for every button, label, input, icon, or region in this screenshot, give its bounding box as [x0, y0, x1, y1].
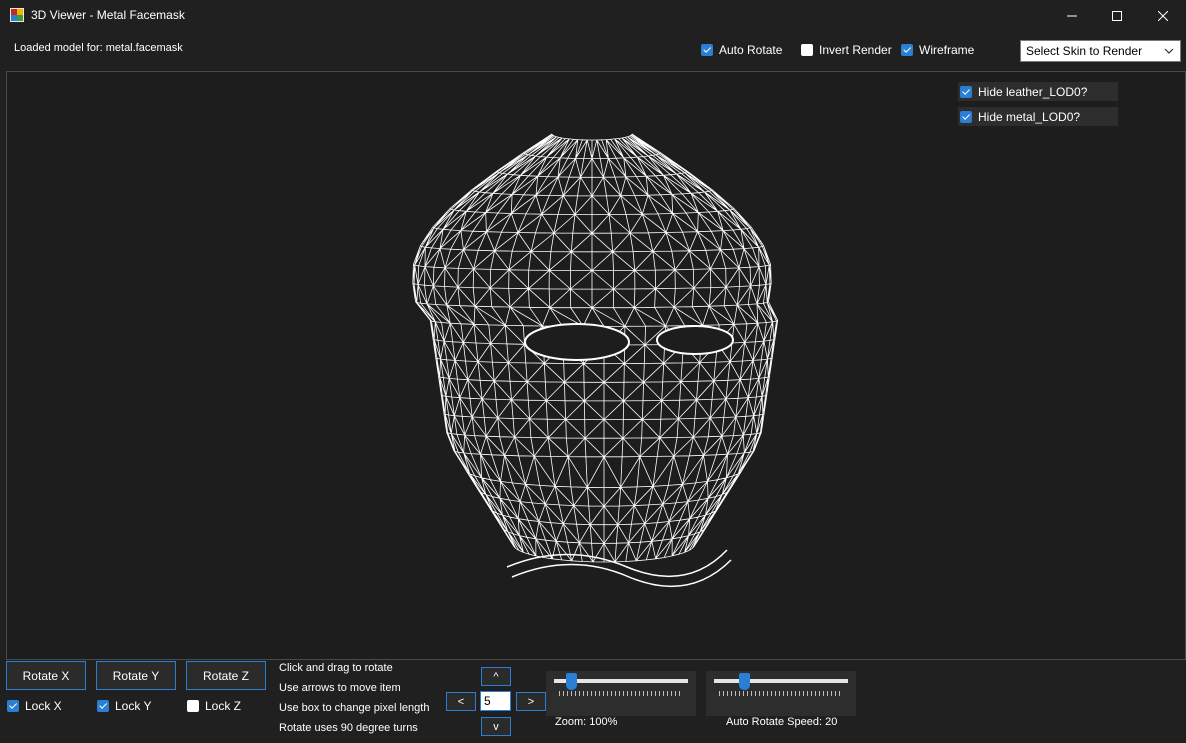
- wireframe-checkbox[interactable]: Wireframe: [901, 43, 974, 57]
- rotate-z-button[interactable]: Rotate Z: [186, 661, 266, 690]
- wireframe-model[interactable]: [7, 72, 1185, 659]
- rotate-y-button[interactable]: Rotate Y: [96, 661, 176, 690]
- lock-z-checkbox[interactable]: Lock Z: [187, 699, 241, 713]
- status-text: Loaded model for: metal.facemask: [14, 42, 183, 54]
- auto-rotate-checkbox[interactable]: Auto Rotate: [701, 43, 782, 57]
- skin-select[interactable]: Select Skin to Render: [1020, 40, 1181, 62]
- maximize-icon: [1112, 11, 1122, 21]
- lock-x-label: Lock X: [25, 699, 62, 713]
- zoom-slider[interactable]: [546, 671, 696, 716]
- hide-metal-checkbox[interactable]: Hide metal_LOD0?: [958, 107, 1118, 126]
- hint-text: Use arrows to move item: [279, 682, 401, 694]
- move-left-button[interactable]: <: [446, 692, 476, 711]
- zoom-slider-ticks: [559, 691, 683, 696]
- rotate-speed-slider-track: [714, 679, 848, 683]
- hint-text: Click and drag to rotate: [279, 662, 393, 674]
- checkbox-unchecked-icon: [801, 44, 813, 56]
- hint-text: Rotate uses 90 degree turns: [279, 722, 418, 734]
- wireframe-label: Wireframe: [919, 43, 975, 57]
- rotate-x-button[interactable]: Rotate X: [6, 661, 86, 690]
- move-right-button[interactable]: >: [516, 692, 546, 711]
- lock-y-checkbox[interactable]: Lock Y: [97, 699, 151, 713]
- checkbox-checked-icon: [960, 110, 972, 123]
- checkbox-unchecked-icon: [187, 700, 199, 712]
- checkbox-checked-icon: [901, 44, 913, 56]
- lock-y-label: Lock Y: [115, 699, 152, 713]
- close-button[interactable]: [1140, 0, 1186, 32]
- lock-x-checkbox[interactable]: Lock X: [7, 699, 62, 713]
- title-bar: 3D Viewer - Metal Facemask: [0, 0, 1186, 32]
- zoom-label: Zoom: 100%: [555, 716, 618, 728]
- chin-strap: [506, 549, 732, 588]
- hide-leather-label: Hide leather_LOD0?: [978, 84, 1088, 99]
- checkbox-checked-icon: [701, 44, 713, 56]
- hide-metal-label: Hide metal_LOD0?: [978, 109, 1081, 124]
- checkbox-checked-icon: [97, 700, 109, 712]
- checkbox-checked-icon: [7, 700, 19, 712]
- invert-render-label: Invert Render: [819, 43, 892, 57]
- hint-text: Use box to change pixel length: [279, 702, 430, 714]
- close-icon: [1158, 11, 1168, 21]
- window-title: 3D Viewer - Metal Facemask: [31, 8, 185, 22]
- render-viewport[interactable]: Hide leather_LOD0? Hide metal_LOD0?: [6, 71, 1186, 660]
- move-down-button[interactable]: v: [481, 717, 511, 736]
- minimize-icon: [1067, 15, 1077, 17]
- checkbox-checked-icon: [960, 85, 972, 98]
- move-up-button[interactable]: ^: [481, 667, 511, 686]
- zoom-slider-thumb[interactable]: [566, 673, 578, 690]
- auto-rotate-label: Auto Rotate: [719, 43, 783, 57]
- right-eye-opening: [656, 325, 734, 355]
- chevron-down-icon: [1164, 48, 1174, 54]
- skin-select-value: Select Skin to Render: [1026, 44, 1143, 58]
- pixel-length-input[interactable]: 5: [480, 691, 511, 711]
- minimize-button[interactable]: [1049, 0, 1095, 32]
- left-eye-opening: [524, 323, 630, 361]
- rotate-speed-label: Auto Rotate Speed: 20: [726, 716, 838, 728]
- hide-leather-checkbox[interactable]: Hide leather_LOD0?: [958, 82, 1118, 101]
- rotate-speed-slider-thumb[interactable]: [738, 673, 750, 690]
- maximize-button[interactable]: [1094, 0, 1140, 32]
- rotate-speed-slider-ticks: [719, 691, 843, 696]
- rotate-speed-slider[interactable]: [706, 671, 856, 716]
- app-icon: [10, 8, 24, 22]
- lock-z-label: Lock Z: [205, 699, 242, 713]
- invert-render-checkbox[interactable]: Invert Render: [801, 43, 892, 57]
